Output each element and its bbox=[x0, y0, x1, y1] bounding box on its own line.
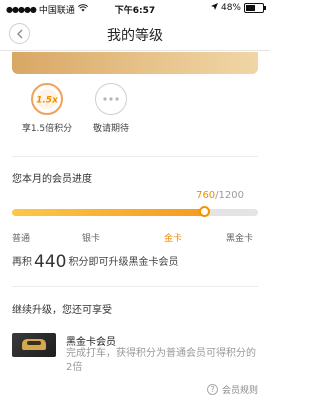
member-rules-link[interactable]: ? 会员规则 bbox=[206, 383, 258, 396]
tier-label-regular: 普通 bbox=[12, 234, 31, 244]
more-dots-icon bbox=[95, 83, 127, 115]
benefits-row: 1.5x 享1.5倍积分 敬请期待 bbox=[12, 83, 258, 149]
status-right: 48% bbox=[210, 3, 266, 13]
tier-labels: 普通 银卡 金卡 黑金卡 bbox=[12, 231, 258, 244]
status-bar: ●●●●● 中国联通 下午6:57 48% bbox=[0, 0, 270, 18]
question-circle-icon: ? bbox=[206, 384, 218, 395]
upgrade-suffix: 积分即可升级黑金卡会员 bbox=[68, 257, 179, 268]
multiplier-badge-text: 1.5x bbox=[36, 96, 59, 106]
upgrade-message: 再积 440 积分即可升级黑金卡会员 bbox=[12, 252, 178, 272]
progress-current: 760 bbox=[196, 190, 216, 201]
benefit-points-multiplier[interactable]: 1.5x 享1.5倍积分 bbox=[12, 83, 82, 134]
progress-value: 760/1200 bbox=[196, 190, 244, 201]
benefit-coming-soon[interactable]: 敬请期待 bbox=[76, 83, 146, 134]
member-rules-label: 会员规则 bbox=[221, 386, 258, 396]
progress-section-title: 您本月的会员进度 bbox=[12, 174, 92, 185]
multiplier-badge-icon: 1.5x bbox=[31, 83, 63, 115]
tier-label-gold: 金卡 bbox=[164, 234, 183, 244]
continue-section-title: 继续升级，您还可享受 bbox=[12, 305, 112, 316]
progress-knob bbox=[199, 206, 211, 217]
black-gold-card-icon bbox=[12, 333, 56, 357]
progress-bar bbox=[12, 206, 258, 217]
battery-icon bbox=[244, 3, 266, 13]
progress-fill bbox=[12, 209, 206, 216]
nav-bar: 我的等级 bbox=[0, 18, 270, 51]
location-icon bbox=[210, 3, 218, 13]
upgrade-prefix: 再积 bbox=[12, 257, 32, 268]
page-title: 我的等级 bbox=[107, 28, 163, 44]
battery-percent: 48% bbox=[220, 3, 241, 13]
upgrade-points: 440 bbox=[34, 252, 67, 272]
divider bbox=[12, 286, 258, 287]
battery-fill bbox=[246, 5, 255, 11]
next-card-description: 完成打车，获得积分为普通会员可得积分的2倍 bbox=[66, 348, 256, 373]
benefit-label: 敬请期待 bbox=[92, 124, 129, 134]
divider bbox=[12, 156, 258, 157]
benefit-label: 享1.5倍积分 bbox=[21, 124, 73, 134]
progress-total: 1200 bbox=[218, 190, 244, 201]
next-card-title: 黑金卡会员 bbox=[66, 337, 116, 348]
tier-label-silver: 银卡 bbox=[82, 234, 101, 244]
tier-label-black-gold: 黑金卡 bbox=[226, 234, 254, 244]
member-card-banner bbox=[12, 52, 258, 74]
car-icon bbox=[22, 339, 46, 350]
